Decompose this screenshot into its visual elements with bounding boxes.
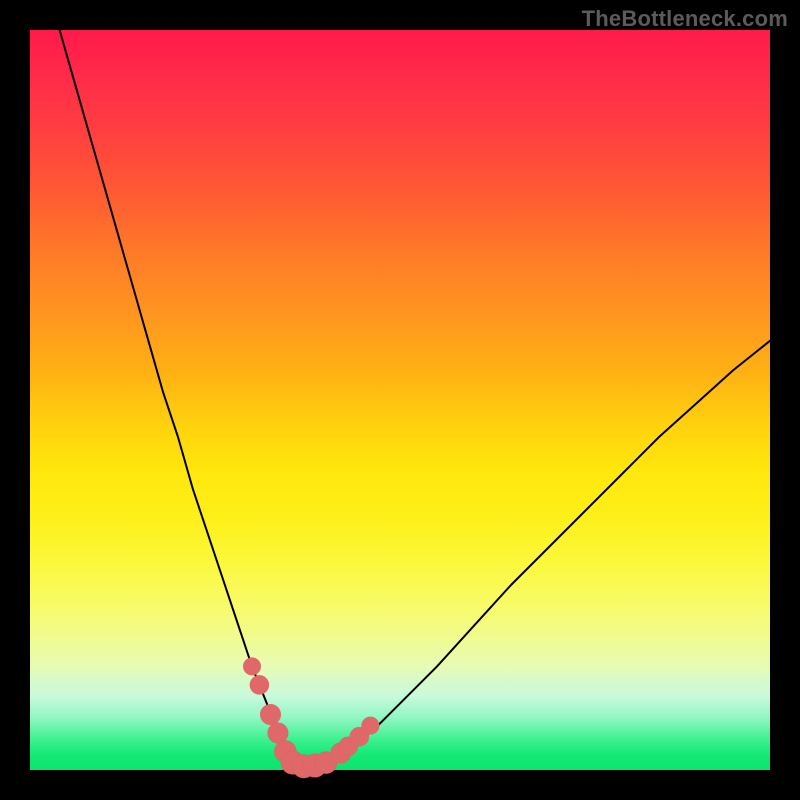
chart-frame: TheBottleneck.com: [0, 0, 800, 800]
curve-marker: [268, 723, 289, 744]
curve-markers: [243, 658, 379, 779]
bottleneck-curve: [60, 30, 770, 766]
watermark-text: TheBottleneck.com: [582, 6, 788, 32]
curve-marker: [243, 658, 261, 676]
curve-marker: [362, 717, 380, 735]
curve-marker: [250, 675, 269, 694]
curve-marker: [260, 704, 281, 725]
chart-overlay-svg: [30, 30, 770, 770]
